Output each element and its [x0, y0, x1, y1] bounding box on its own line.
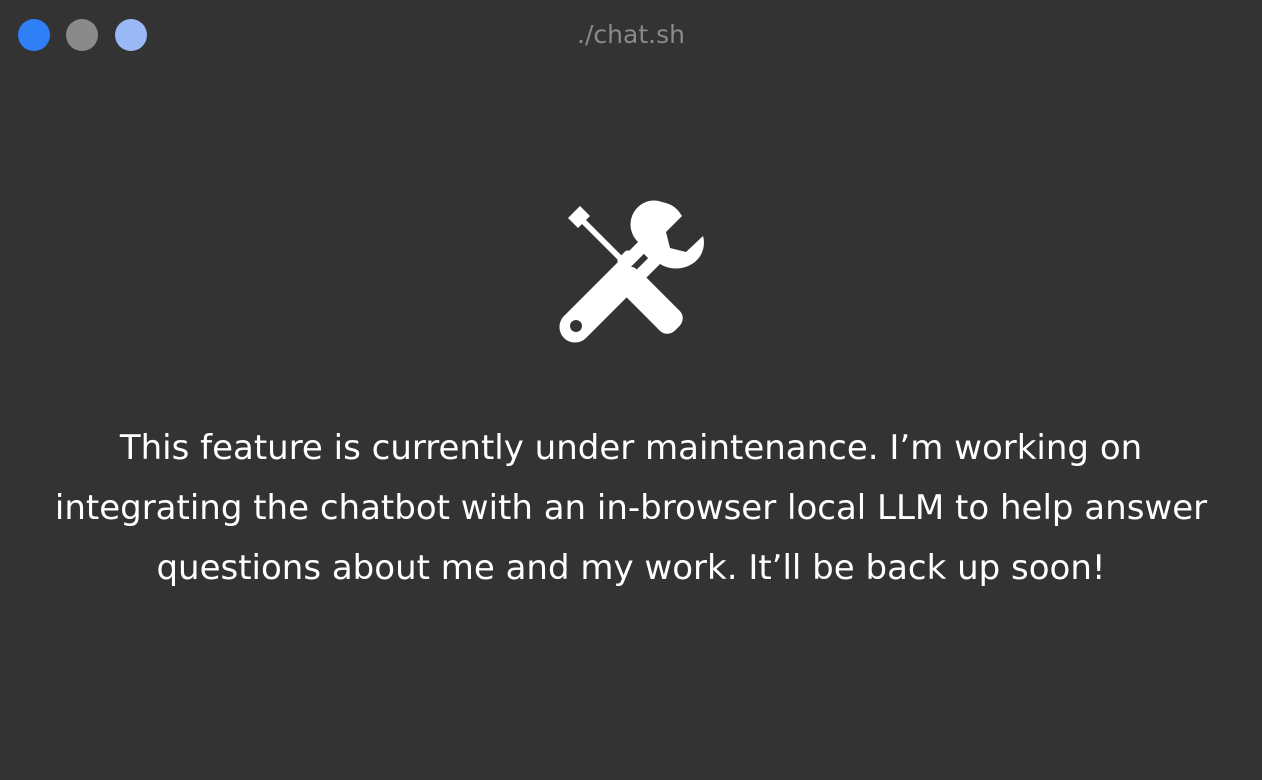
title-bar: ./chat.sh — [0, 0, 1262, 70]
tools-icon — [559, 200, 704, 343]
maintenance-message: This feature is currently under maintena… — [54, 428, 1208, 588]
terminal-window: ./chat.sh This feature is currently unde… — [0, 0, 1262, 780]
window-title: ./chat.sh — [577, 20, 685, 49]
